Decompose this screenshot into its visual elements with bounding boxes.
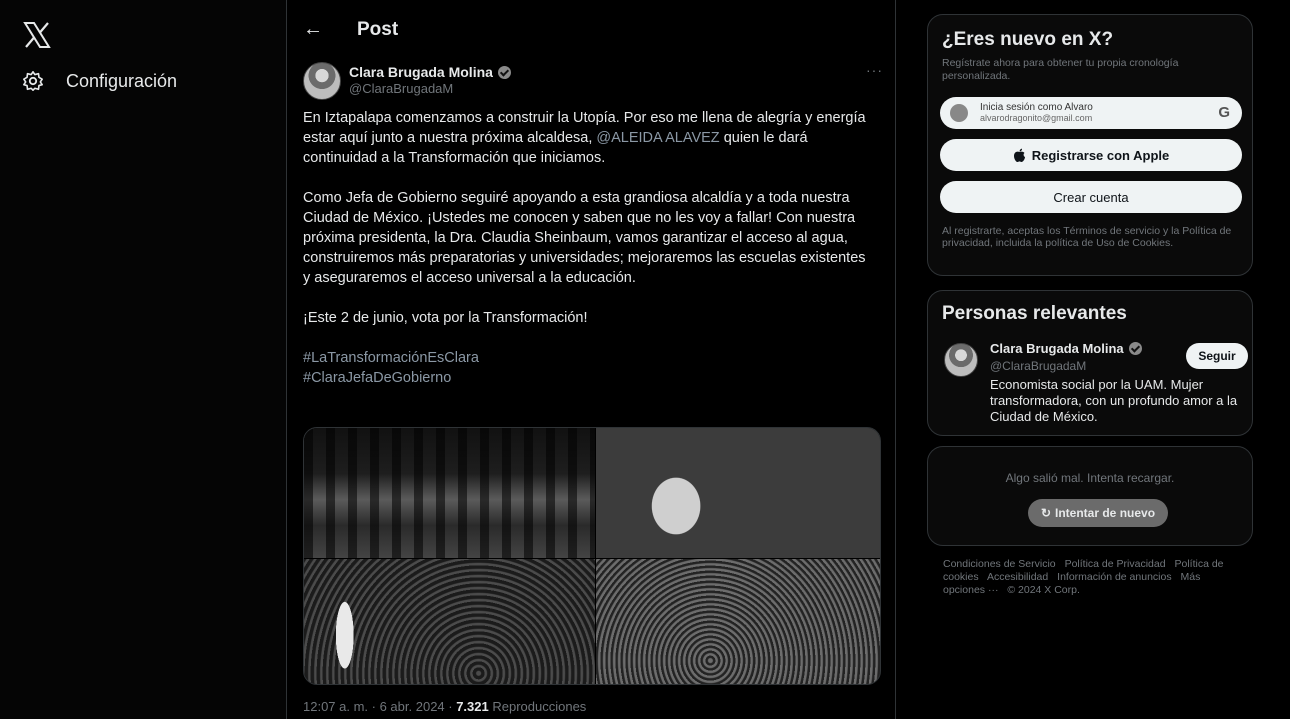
google-account-name: Inicia sesión como Alvaro (980, 102, 1093, 113)
person-avatar[interactable] (944, 343, 978, 377)
author-name[interactable]: Clara Brugada Molina (349, 64, 493, 80)
footer-link-privacy[interactable]: Política de Privacidad (1065, 558, 1166, 570)
post-paragraph-1: En Iztapalapa comenzamos a construir la … (303, 108, 868, 168)
back-arrow-icon[interactable]: ← (303, 18, 323, 41)
hashtag-link[interactable]: #ClaraJefaDeGobierno (303, 368, 868, 388)
signup-card: ¿Eres nuevo en X? Regístrate ahora para … (927, 14, 1253, 276)
post-photo-crowd-night[interactable] (304, 559, 595, 684)
relevant-people-card: Personas relevantes Clara Brugada Molina… (927, 290, 1253, 436)
post-media-grid (303, 427, 881, 685)
google-account-email: alvarodragonito@gmail.com (980, 113, 1093, 123)
retry-label: Intentar de nuevo (1055, 506, 1156, 520)
column-divider-right (895, 0, 896, 719)
footer-copyright: © 2024 X Corp. (1007, 584, 1080, 596)
page-title: Post (357, 18, 399, 40)
google-account-text: Inicia sesión como Alvaro alvarodragonit… (980, 102, 1093, 124)
person-bio: Economista social por la UAM. Mujer tran… (990, 377, 1238, 424)
verified-badge-icon (1128, 342, 1142, 355)
author-name-row[interactable]: Clara Brugada Molina (349, 64, 511, 80)
post-paragraph-2: Como Jefa de Gobierno seguiré apoyando a… (303, 190, 866, 286)
mention-link[interactable]: @ALEIDA ALAVEZ (596, 130, 719, 146)
post-author: Clara Brugada Molina @ClaraBrugadaM ··· (303, 60, 883, 104)
footer-link-accessibility[interactable]: Accesibilidad (987, 571, 1048, 583)
signup-legal: Al registrarte, aceptas los Términos de … (942, 225, 1232, 249)
error-card: Algo salió mal. Intenta recargar. ↻ Inte… (927, 446, 1253, 546)
apple-signup-label: Registrarse con Apple (1031, 147, 1170, 163)
author-avatar[interactable] (303, 62, 341, 100)
error-message: Algo salió mal. Intenta recargar. (1005, 471, 1175, 485)
follow-button[interactable]: Seguir (1186, 343, 1248, 369)
refresh-icon: ↻ (1040, 506, 1052, 520)
hashtag-link[interactable]: #LaTransformaciónEsClara (303, 348, 868, 368)
gear-icon (23, 71, 43, 91)
post-timestamp[interactable]: 12:07 a. m. · 6 abr. 2024 · (303, 699, 456, 714)
more-options-icon[interactable]: ··· (866, 62, 883, 78)
post-photo-crowd[interactable] (596, 559, 880, 684)
nav-item-settings-label: Configuración (66, 70, 178, 91)
main-column: ← Post Clara Brugada Molina @ClaraBrugad… (287, 0, 895, 719)
footer-link-terms[interactable]: Condiciones de Servicio (943, 558, 1056, 570)
post-photo-stage[interactable] (304, 428, 595, 558)
post-header: ← Post (303, 18, 398, 41)
post-photo-selfie[interactable] (596, 428, 880, 558)
post-view-count: 7.321 (456, 699, 489, 714)
post-paragraph-3: ¡Este 2 de junio, vota por la Transforma… (303, 310, 588, 326)
verified-badge-icon (497, 65, 511, 79)
footer-links: Condiciones de Servicio Política de Priv… (943, 558, 1243, 597)
post-view-label: Reproducciones (488, 699, 587, 714)
apple-signup-button[interactable]: Registrarse con Apple (940, 139, 1242, 171)
create-account-button[interactable]: Crear cuenta (940, 181, 1242, 213)
signup-subtitle: Regístrate ahora para obtener tu propia … (942, 57, 1179, 82)
post-meta: 12:07 a. m. · 6 abr. 2024 · 7.321 Reprod… (303, 699, 586, 714)
x-logo-icon[interactable] (22, 20, 52, 50)
google-account-avatar (950, 104, 968, 122)
person-name-row[interactable]: Clara Brugada Molina (990, 341, 1142, 356)
google-signin-button[interactable]: Inicia sesión como Alvaro alvarodragonit… (940, 97, 1242, 129)
google-icon: G (1218, 104, 1230, 121)
left-nav: Configuración (0, 0, 286, 719)
relevant-people-title: Personas relevantes (942, 303, 1127, 324)
footer-link-ads-info[interactable]: Información de anuncios (1057, 571, 1171, 583)
author-handle[interactable]: @ClaraBrugadaM (349, 81, 453, 96)
person-name[interactable]: Clara Brugada Molina (990, 341, 1124, 356)
signup-title: ¿Eres nuevo en X? (942, 29, 1114, 50)
post-text: En Iztapalapa comenzamos a construir la … (303, 108, 868, 388)
apple-icon (1013, 148, 1025, 162)
nav-item-settings[interactable]: Configuración (22, 70, 177, 92)
retry-button[interactable]: ↻ Intentar de nuevo (1028, 499, 1168, 527)
person-handle[interactable]: @ClaraBrugadaM (990, 359, 1086, 373)
